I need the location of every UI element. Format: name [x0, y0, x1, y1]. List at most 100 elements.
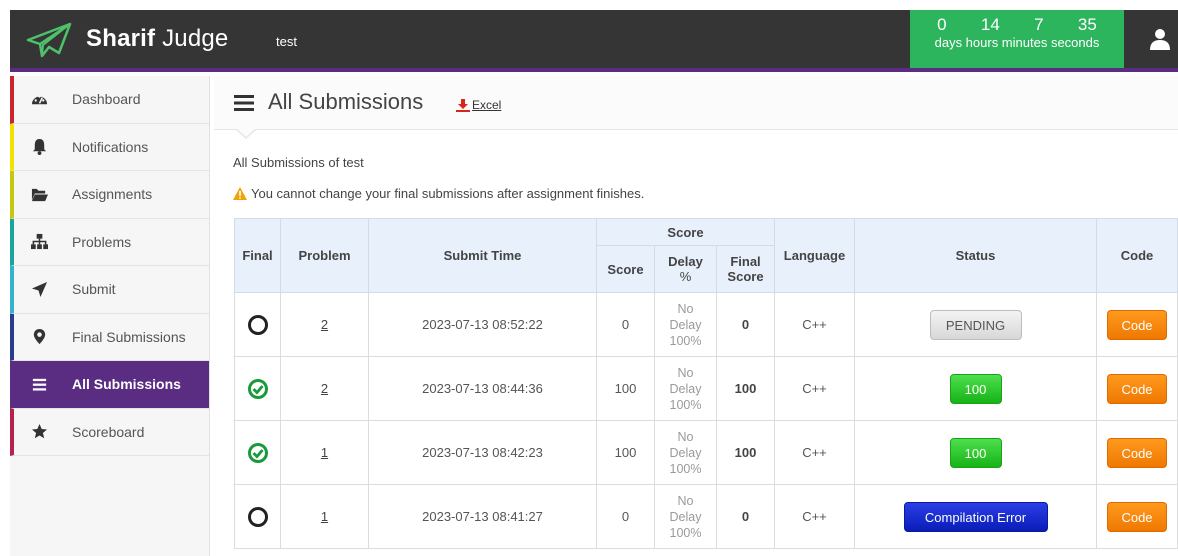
col-score: Score: [596, 245, 655, 293]
circle-unchecked-icon[interactable]: [247, 314, 269, 336]
warning-text: You cannot change your final submissions…: [251, 186, 645, 201]
delay-line-3: 100%: [669, 333, 702, 348]
excel-export-link[interactable]: Excel: [456, 98, 501, 112]
table-row: 1 2023-07-13 08:42:23 100 No Delay 100% 10…: [234, 420, 1178, 485]
score-cell: 0: [596, 292, 655, 357]
status-score-button[interactable]: 100: [949, 437, 1002, 468]
submissions-table: Final Problem Submit Time Score Language…: [234, 218, 1178, 549]
submit-time-cell: 2023-07-13 08:42:23: [368, 420, 597, 485]
sidebar-item-dashboard[interactable]: Dashboard: [10, 76, 209, 124]
brand-bold: Sharif: [86, 25, 156, 52]
problem-link[interactable]: 1: [321, 445, 328, 460]
submissions-subtitle: All Submissions of test: [233, 155, 364, 170]
bell-icon: [14, 124, 64, 171]
code-button[interactable]: Code: [1107, 501, 1167, 532]
user-icon[interactable]: [1150, 28, 1170, 50]
status-score-button[interactable]: 100: [949, 373, 1002, 404]
status-compilation-error-button[interactable]: Compilation Error: [903, 501, 1048, 532]
sidebar-item-label: Notifications: [72, 138, 149, 155]
submit-time-cell: 2023-07-13 08:44:36: [368, 356, 597, 421]
header-caret: [236, 129, 256, 139]
final-cell: [234, 484, 281, 549]
status-pending-button[interactable]: PENDING: [929, 309, 1022, 340]
menu-icon[interactable]: [234, 95, 254, 111]
delay-line-2: Delay: [669, 317, 702, 332]
send-icon: [14, 266, 64, 313]
col-delay: Delay%: [654, 245, 717, 293]
download-icon: [456, 98, 470, 112]
col-delay-bottom: %: [679, 269, 692, 284]
check-circle-icon[interactable]: [247, 378, 269, 400]
delay-line-3: 100%: [669, 397, 702, 412]
col-problem: Problem: [280, 218, 369, 293]
problem-cell: 1: [280, 420, 369, 485]
sitemap-icon: [14, 219, 64, 266]
folder-open-icon: [14, 171, 64, 218]
delay-line-1: No: [677, 365, 694, 380]
code-cell: Code: [1096, 420, 1178, 485]
delay-line-2: Delay: [669, 381, 702, 396]
page-header: All Submissions Excel: [214, 76, 1178, 130]
delay-cell: No Delay 100%: [654, 292, 717, 357]
problem-cell: 2: [280, 356, 369, 421]
col-final-score: Final Score: [716, 245, 775, 293]
sidebar-item-label: Scoreboard: [72, 423, 145, 440]
table-row: 2 2023-07-13 08:44:36 100 No Delay 100% 10…: [234, 356, 1178, 421]
excel-label: Excel: [472, 98, 502, 112]
sidebar-item-label: Assignments: [72, 186, 153, 203]
warning-icon: [233, 187, 247, 200]
code-button[interactable]: Code: [1107, 309, 1167, 340]
sidebar: Dashboard Notifications Assignments Prob…: [10, 76, 210, 556]
warning-message: You cannot change your final submissions…: [233, 186, 644, 201]
sidebar-item-all-submissions[interactable]: All Submissions: [10, 361, 209, 409]
final-score-cell: 0: [716, 292, 775, 357]
final-cell: [234, 420, 281, 485]
score-cell: 100: [596, 420, 655, 485]
col-final: Final: [234, 218, 281, 293]
problem-link[interactable]: 2: [321, 381, 328, 396]
code-cell: Code: [1096, 484, 1178, 549]
main-content: All Submissions Excel All Submissions of…: [214, 76, 1178, 556]
countdown-hours: 14: [980, 15, 1000, 34]
delay-line-2: Delay: [669, 445, 702, 460]
sidebar-item-notifications[interactable]: Notifications: [10, 123, 209, 171]
map-marker-icon: [14, 314, 64, 361]
circle-unchecked-icon[interactable]: [247, 506, 269, 528]
code-button[interactable]: Code: [1107, 437, 1167, 468]
col-language: Language: [774, 218, 855, 293]
status-cell: Compilation Error: [854, 484, 1097, 549]
countdown-days: 0: [937, 15, 947, 34]
delay-line-1: No: [677, 493, 694, 508]
language-cell: C++: [774, 420, 855, 485]
problem-link[interactable]: 1: [321, 509, 328, 524]
delay-cell: No Delay 100%: [654, 484, 717, 549]
sidebar-item-scoreboard[interactable]: Scoreboard: [10, 408, 209, 456]
final-score-cell: 100: [716, 356, 775, 421]
brand-title[interactable]: Sharif Judge: [86, 25, 228, 53]
sidebar-item-final-submissions[interactable]: Final Submissions: [10, 313, 209, 361]
table-row: 1 2023-07-13 08:41:27 0 No Delay 100% 0 C+…: [234, 484, 1178, 549]
code-button[interactable]: Code: [1107, 373, 1167, 404]
delay-cell: No Delay 100%: [654, 356, 717, 421]
language-cell: C++: [774, 356, 855, 421]
score-cell: 0: [596, 484, 655, 549]
brand-rest: Judge: [155, 25, 229, 52]
page-title: All Submissions: [268, 89, 424, 114]
sidebar-item-submit[interactable]: Submit: [10, 266, 209, 314]
col-final-score-top: Final: [730, 254, 761, 269]
col-score-group: Score: [596, 218, 775, 246]
language-cell: C++: [774, 484, 855, 549]
sidebar-item-label: Submit: [72, 281, 116, 298]
sidebar-item-assignments[interactable]: Assignments: [10, 171, 209, 219]
paper-plane-logo-icon[interactable]: [26, 22, 72, 58]
language-cell: C++: [774, 292, 855, 357]
sidebar-item-problems[interactable]: Problems: [10, 218, 209, 266]
col-code: Code: [1096, 218, 1178, 293]
final-score-cell: 0: [716, 484, 775, 549]
countdown-timer: 0 14 7 35 days hours minutes seconds: [910, 10, 1124, 68]
col-submit-time: Submit Time: [368, 218, 597, 293]
delay-line-2: Delay: [669, 509, 702, 524]
delay-line-3: 100%: [669, 525, 702, 540]
problem-link[interactable]: 2: [321, 317, 328, 332]
check-circle-icon[interactable]: [247, 442, 269, 464]
